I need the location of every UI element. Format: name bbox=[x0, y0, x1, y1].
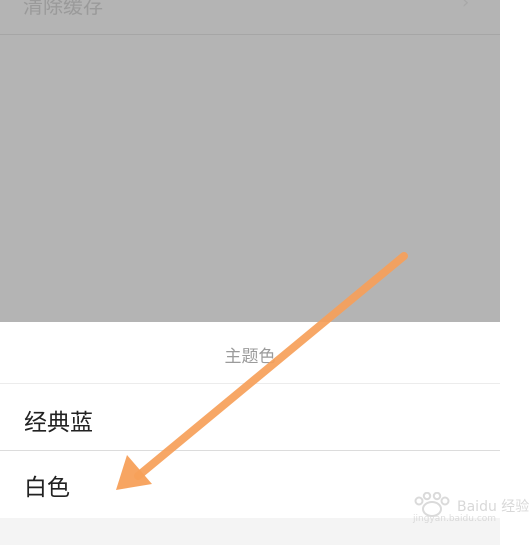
dimmed-overlay[interactable]: 清除缓存 › bbox=[0, 0, 500, 322]
option-label: 经典蓝 bbox=[24, 410, 93, 436]
settings-row-label: 清除缓存 bbox=[23, 0, 103, 18]
sheet-title: 主题色 bbox=[224, 347, 276, 367]
option-classic-blue[interactable]: 经典蓝 bbox=[0, 386, 500, 450]
watermark-text: Baidu 经验 bbox=[457, 499, 530, 515]
screen-edge bbox=[500, 0, 531, 545]
chevron-right-icon: › bbox=[462, 0, 470, 13]
divider bbox=[0, 383, 500, 384]
watermark-url: jingyan.baidu.com bbox=[413, 514, 497, 524]
option-label: 白色 bbox=[24, 475, 70, 501]
watermark: Baidu 经验 jingyan.baidu.com bbox=[405, 490, 529, 530]
screen: 清除缓存 › 主题色 经典蓝 白色 Baidu 经验 jingyan.baidu… bbox=[0, 0, 531, 545]
settings-row-clear-cache: 清除缓存 › bbox=[0, 0, 500, 35]
